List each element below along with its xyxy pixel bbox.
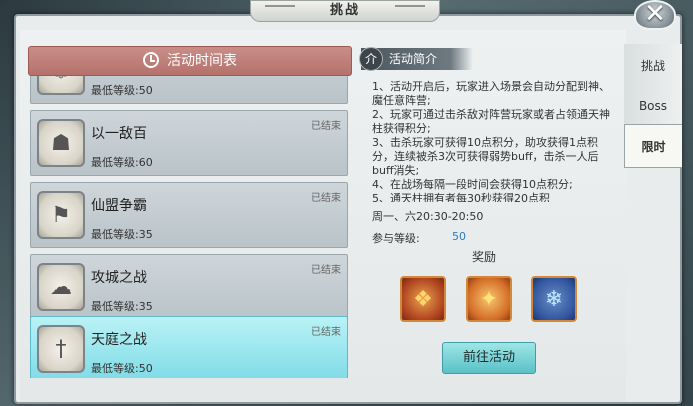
status-badge: 已结束 <box>311 327 341 338</box>
schedule-header: 活动时间表 <box>28 46 352 76</box>
intro-line: 1、活动开启后，玩家进入场景会自动分配到神、魔任意阵营; <box>372 80 610 107</box>
goto-activity-button[interactable]: 前往活动 <box>442 342 536 374</box>
level-value: 50 <box>452 230 466 243</box>
status-badge: 已结束 <box>311 265 341 276</box>
list-item[interactable]: ⚑ 仙盟争霸 最低等级:35 已结束 <box>30 182 348 248</box>
tab-challenge[interactable]: 挑战 <box>624 44 682 88</box>
item-name: 天庭之战 <box>91 332 147 348</box>
level-label: 参与等级: <box>372 232 420 245</box>
item-level: 最低等级:35 <box>91 300 153 313</box>
item-name: 仙盟争霸 <box>91 198 147 214</box>
activity-time: 周一、六20:30-20:50 <box>372 210 484 223</box>
activity-list[interactable]: ❁ 最低等级:50 ☗ 以一敌百 最低等级:60 已结束 ⚑ 仙盟争霸 最低等级… <box>30 76 350 378</box>
status-badge: 已结束 <box>311 121 341 132</box>
item-level: 最低等级:35 <box>91 228 153 241</box>
treasure-bag-icon[interactable]: ❖ <box>400 276 446 322</box>
intro-line: 2、玩家可通过击杀敌对阵营玩家或者占领通天神柱获得积分; <box>372 108 610 135</box>
intro-line: 4、在战场每隔一段时间会获得10点积分; <box>372 178 573 191</box>
star-shard-icon[interactable]: ✦ <box>466 276 512 322</box>
status-badge: 已结束 <box>311 193 341 204</box>
intro-title-label: 活动简介 <box>389 52 438 66</box>
tab-limited[interactable]: 限时 <box>624 124 682 168</box>
sword-icon: † <box>37 325 85 373</box>
list-item-selected[interactable]: † 天庭之战 最低等级:50 已结束 <box>30 316 348 378</box>
close-button[interactable]: ✕ <box>634 0 676 30</box>
warrior-face-icon: ☗ <box>37 119 85 167</box>
reward-label: 奖励 <box>472 250 497 264</box>
intro-line: 3、击杀玩家可获得10点积分，助攻获得1点积分，连续被杀3次可获得弱势buff，… <box>372 136 599 177</box>
list-item[interactable]: ☗ 以一敌百 最低等级:60 已结束 <box>30 110 348 176</box>
item-level: 最低等级:60 <box>91 156 153 169</box>
schedule-header-label: 活动时间表 <box>167 53 237 69</box>
tab-boss[interactable]: Boss <box>624 84 682 128</box>
item-level: 最低等级:50 <box>91 362 153 375</box>
side-tabs: 挑战 Boss 限时 <box>624 30 682 400</box>
item-name: 以一敌百 <box>91 126 147 142</box>
blue-crystal-icon[interactable]: ❄ <box>531 276 577 322</box>
list-item[interactable]: ☁ 攻城之战 最低等级:35 已结束 <box>30 254 348 320</box>
clock-icon <box>143 52 159 68</box>
intro-line: 5、通天柱拥有者每30秒获得20点积 <box>372 192 550 202</box>
intro-text[interactable]: 1、活动开启后，玩家进入场景会自动分配到神、魔任意阵营; 2、玩家可通过击杀敌对… <box>372 80 612 202</box>
intro-title: 介 活动简介 <box>359 47 473 71</box>
item-level: 最低等级:50 <box>91 84 153 97</box>
window-title: 挑战 <box>250 0 440 22</box>
partial-scroll-icon: ❁ <box>37 76 85 95</box>
list-item[interactable]: ❁ 最低等级:50 <box>30 76 348 104</box>
castle-cloud-icon: ☁ <box>37 263 85 311</box>
banner-flag-icon: ⚑ <box>37 191 85 239</box>
intro-badge: 介 <box>359 47 383 71</box>
item-name: 攻城之战 <box>91 270 147 286</box>
